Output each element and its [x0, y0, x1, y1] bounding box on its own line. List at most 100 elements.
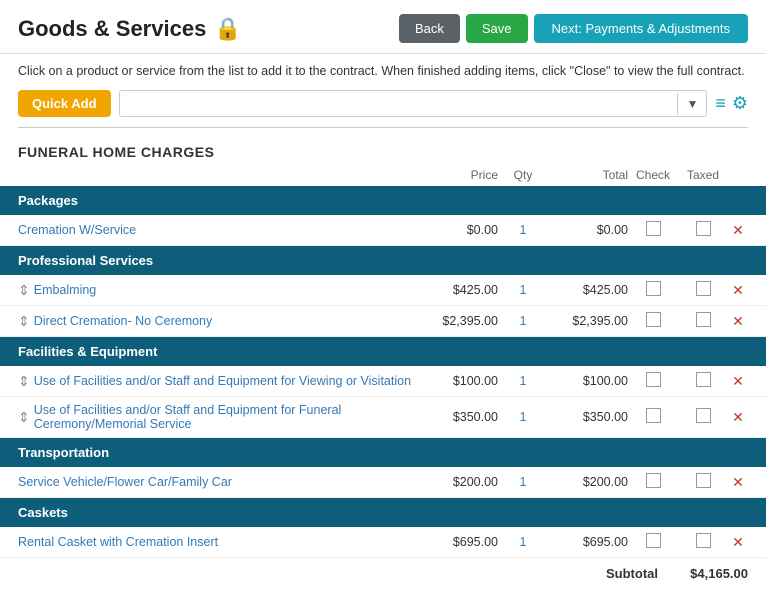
- dropdown-arrow-icon[interactable]: ▼: [677, 93, 706, 115]
- item-qty-4-0[interactable]: 1: [498, 535, 548, 549]
- item-delete-4-0[interactable]: ✕: [728, 534, 748, 551]
- item-total-3-0: $200.00: [548, 475, 628, 489]
- item-taxed-3-0[interactable]: [678, 473, 728, 491]
- item-name-text: Cremation W/Service: [18, 223, 136, 237]
- item-total-1-0: $425.00: [548, 283, 628, 297]
- col-price-header: Price: [418, 168, 498, 182]
- item-qty-2-1[interactable]: 1: [498, 410, 548, 424]
- category-header-2: Facilities & Equipment: [0, 337, 766, 366]
- categories-container: PackagesCremation W/Service$0.001$0.00✕P…: [0, 186, 766, 558]
- item-check-2-1[interactable]: [628, 408, 678, 426]
- col-total-header: Total: [548, 168, 628, 182]
- item-delete-2-0[interactable]: ✕: [728, 373, 748, 390]
- item-price-3-0: $200.00: [418, 475, 498, 489]
- item-name-1-1[interactable]: ⇕ Direct Cremation- No Ceremony: [18, 313, 418, 330]
- subtotal-label: Subtotal: [606, 566, 658, 581]
- item-total-2-1: $350.00: [548, 410, 628, 424]
- subtotal-value: $4,165.00: [668, 566, 748, 581]
- save-button[interactable]: Save: [466, 14, 528, 43]
- gear-icon[interactable]: ⚙: [732, 93, 748, 114]
- item-delete-1-1[interactable]: ✕: [728, 313, 748, 330]
- item-name-text: Embalming: [34, 283, 97, 297]
- item-taxed-2-0[interactable]: [678, 372, 728, 390]
- taxed-checkbox[interactable]: [696, 372, 711, 387]
- sort-icon: ⇕: [18, 373, 30, 390]
- taxed-checkbox[interactable]: [696, 221, 711, 236]
- item-delete-1-0[interactable]: ✕: [728, 282, 748, 299]
- item-delete-0-0[interactable]: ✕: [728, 222, 748, 239]
- item-check-4-0[interactable]: [628, 533, 678, 551]
- item-price-1-1: $2,395.00: [418, 314, 498, 328]
- item-name-1-0[interactable]: ⇕Embalming: [18, 282, 418, 299]
- check-checkbox[interactable]: [646, 533, 661, 548]
- menu-icon[interactable]: ≡: [715, 93, 726, 114]
- check-checkbox[interactable]: [646, 408, 661, 423]
- item-total-1-1: $2,395.00: [548, 314, 628, 328]
- item-qty-1-0[interactable]: 1: [498, 283, 548, 297]
- item-delete-2-1[interactable]: ✕: [728, 409, 748, 426]
- taxed-checkbox[interactable]: [696, 408, 711, 423]
- page-header: Goods & Services 🔒 Back Save Next: Payme…: [0, 0, 766, 54]
- category-header-0: Packages: [0, 186, 766, 215]
- item-name-2-1[interactable]: ⇕Use of Facilities and/or Staff and Equi…: [18, 403, 418, 431]
- taxed-checkbox[interactable]: [696, 281, 711, 296]
- table-row: ⇕Embalming$425.001$425.00✕: [0, 275, 766, 306]
- item-price-4-0: $695.00: [418, 535, 498, 549]
- sort-icon: ⇕: [18, 409, 30, 426]
- next-button[interactable]: Next: Payments & Adjustments: [534, 14, 748, 43]
- item-total-4-0: $695.00: [548, 535, 628, 549]
- item-total-2-0: $100.00: [548, 374, 628, 388]
- title-text: Goods & Services: [18, 16, 206, 42]
- back-button[interactable]: Back: [399, 14, 460, 43]
- item-taxed-1-1[interactable]: [678, 312, 728, 330]
- check-checkbox[interactable]: [646, 473, 661, 488]
- item-price-2-1: $350.00: [418, 410, 498, 424]
- item-name-text: Direct Cremation- No Ceremony: [34, 314, 213, 328]
- item-qty-2-0[interactable]: 1: [498, 374, 548, 388]
- item-check-1-1[interactable]: [628, 312, 678, 330]
- item-name-text: Service Vehicle/Flower Car/Family Car: [18, 475, 232, 489]
- item-check-1-0[interactable]: [628, 281, 678, 299]
- sort-icon: ⇕: [18, 313, 30, 330]
- table-row: ⇕ Use of Facilities and/or Staff and Equi…: [0, 366, 766, 397]
- item-name-2-0[interactable]: ⇕ Use of Facilities and/or Staff and Equi…: [18, 373, 418, 390]
- item-qty-1-1[interactable]: 1: [498, 314, 548, 328]
- item-qty-0-0[interactable]: 1: [498, 223, 548, 237]
- taxed-checkbox[interactable]: [696, 312, 711, 327]
- item-check-3-0[interactable]: [628, 473, 678, 491]
- check-checkbox[interactable]: [646, 312, 661, 327]
- item-qty-3-0[interactable]: 1: [498, 475, 548, 489]
- check-checkbox[interactable]: [646, 281, 661, 296]
- item-name-0-0[interactable]: Cremation W/Service: [18, 223, 418, 237]
- item-check-0-0[interactable]: [628, 221, 678, 239]
- item-taxed-4-0[interactable]: [678, 533, 728, 551]
- item-name-3-0[interactable]: Service Vehicle/Flower Car/Family Car: [18, 475, 418, 489]
- item-name-text: Use of Facilities and/or Staff and Equip…: [34, 374, 411, 388]
- item-name-text: Rental Casket with Cremation Insert: [18, 535, 218, 549]
- col-taxed-header: Taxed: [678, 168, 728, 182]
- header-buttons: Back Save Next: Payments & Adjustments: [399, 14, 748, 43]
- item-name-4-0[interactable]: Rental Casket with Cremation Insert: [18, 535, 418, 549]
- taxed-checkbox[interactable]: [696, 533, 711, 548]
- info-message: Click on a product or service from the l…: [18, 64, 745, 78]
- table-row: Service Vehicle/Flower Car/Family Car $20…: [0, 467, 766, 498]
- taxed-checkbox[interactable]: [696, 473, 711, 488]
- item-total-0-0: $0.00: [548, 223, 628, 237]
- toolbar: Quick Add ▼ ≡ ⚙: [0, 86, 766, 127]
- table-row: Rental Casket with Cremation Insert $695.…: [0, 527, 766, 558]
- item-taxed-2-1[interactable]: [678, 408, 728, 426]
- check-checkbox[interactable]: [646, 221, 661, 236]
- item-taxed-0-0[interactable]: [678, 221, 728, 239]
- item-taxed-1-0[interactable]: [678, 281, 728, 299]
- info-bar: Click on a product or service from the l…: [0, 54, 766, 86]
- check-checkbox[interactable]: [646, 372, 661, 387]
- col-check-header: Check: [628, 168, 678, 182]
- search-dropdown: ▼: [119, 90, 708, 117]
- item-check-2-0[interactable]: [628, 372, 678, 390]
- divider: [18, 127, 748, 128]
- item-delete-3-0[interactable]: ✕: [728, 474, 748, 491]
- search-input[interactable]: [120, 91, 678, 116]
- table-row: ⇕Use of Facilities and/or Staff and Equi…: [0, 397, 766, 438]
- quick-add-button[interactable]: Quick Add: [18, 90, 111, 117]
- table-row: ⇕ Direct Cremation- No Ceremony $2,395.001…: [0, 306, 766, 337]
